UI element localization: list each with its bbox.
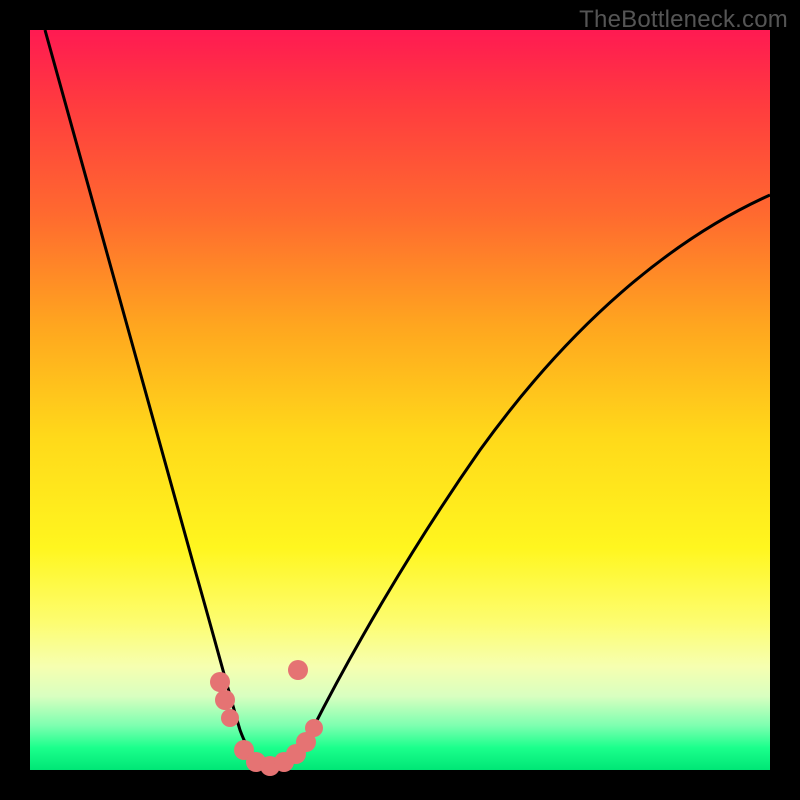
curve-svg [30, 30, 770, 770]
highlight-dots [210, 660, 323, 776]
watermark-text: TheBottleneck.com [579, 6, 788, 34]
chart-frame: TheBottleneck.com [0, 0, 800, 800]
plot-area [30, 30, 770, 770]
bottleneck-curve [45, 30, 770, 768]
